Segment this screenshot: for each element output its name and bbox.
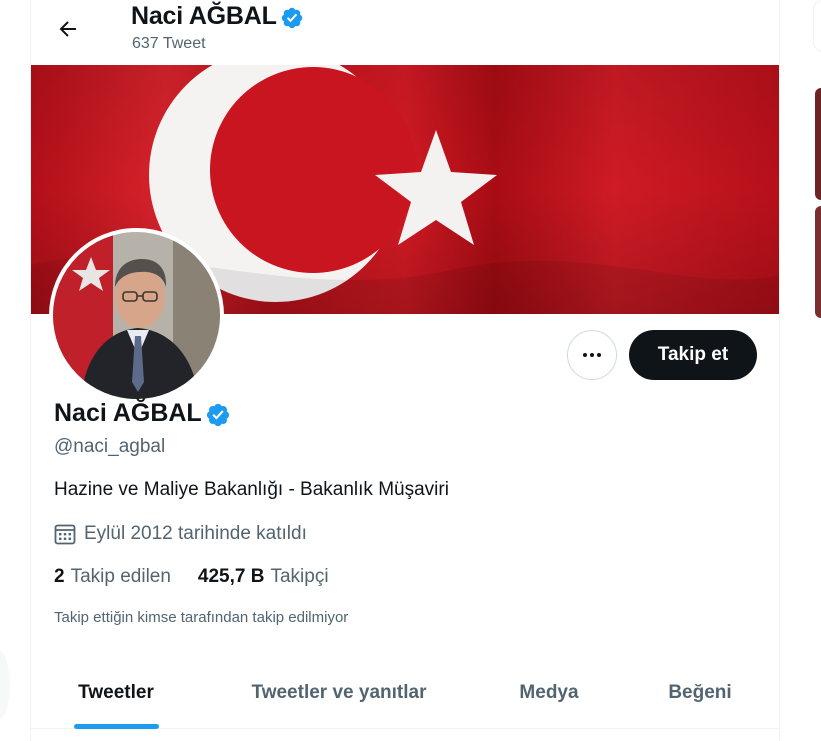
tab-media[interactable]: Medya [477,656,621,729]
right-sidebar-media-thumb[interactable] [815,88,821,200]
tweet-count: 637 Tweet [132,35,206,52]
followers-count: 425,7 B [197,566,265,587]
join-date-text: Eylül 2012 tarihinde katıldı [84,523,307,544]
calendar-icon [54,524,76,545]
tab-likes-label: Beğeni [668,681,732,703]
profile-avatar[interactable] [49,228,224,403]
right-sidebar-media-thumb[interactable] [815,206,821,318]
back-button[interactable] [49,10,87,48]
followed-by-note: Takip ettiğin kimse tarafından takip edi… [54,609,349,626]
profile-tabs: Tweetler Tweetler ve yanıtlar Medya Beğe… [31,656,779,729]
follow-button[interactable]: Takip et [629,330,757,380]
following-link[interactable]: 2 Takip edilen [54,566,171,588]
profile-handle: @naci_agbal [54,436,166,457]
tab-tweets-label: Tweetler [78,681,154,703]
profile-name-row: Naci AĞBAL [54,399,231,428]
join-date: Eylül 2012 tarihinde katıldı [53,522,307,546]
follow-stats: 2 Takip edilen 425,7 B Takipçi [54,566,329,588]
tab-media-label: Medya [519,681,579,703]
followers-label: Takipçi [270,566,329,587]
tab-tweets-and-replies[interactable]: Tweetler ve yanıtlar [201,656,477,729]
header-name-row: Naci AĞBAL [131,2,304,31]
verified-badge-icon [281,7,302,28]
left-edge-fragment [0,650,10,720]
following-count: 2 [54,566,65,587]
more-dots-icon [583,353,601,357]
active-tab-indicator [74,724,159,729]
tab-tweets-and-replies-label: Tweetler ve yanıtlar [251,681,427,703]
following-label: Takip edilen [70,566,171,587]
followers-link[interactable]: 425,7 B Takipçi [198,566,329,588]
more-options-button[interactable] [567,330,617,380]
avatar-photo [53,232,220,399]
arrow-left-icon [59,21,76,37]
verified-badge-icon [206,403,229,426]
profile-bio: Hazine ve Maliye Bakanlığı - Bakanlık Mü… [54,479,449,500]
profile-header: Naci AĞBAL 637 Tweet [31,0,779,65]
tab-tweets[interactable]: Tweetler [31,656,201,729]
header-name: Naci AĞBAL [131,2,277,30]
right-sidebar-fragment [813,0,821,52]
tab-likes[interactable]: Beğeni [621,656,779,729]
profile-column: Naci AĞBAL 637 Tweet Takip et Naci AĞBAL… [30,0,780,741]
profile-name: Naci AĞBAL [54,399,202,427]
